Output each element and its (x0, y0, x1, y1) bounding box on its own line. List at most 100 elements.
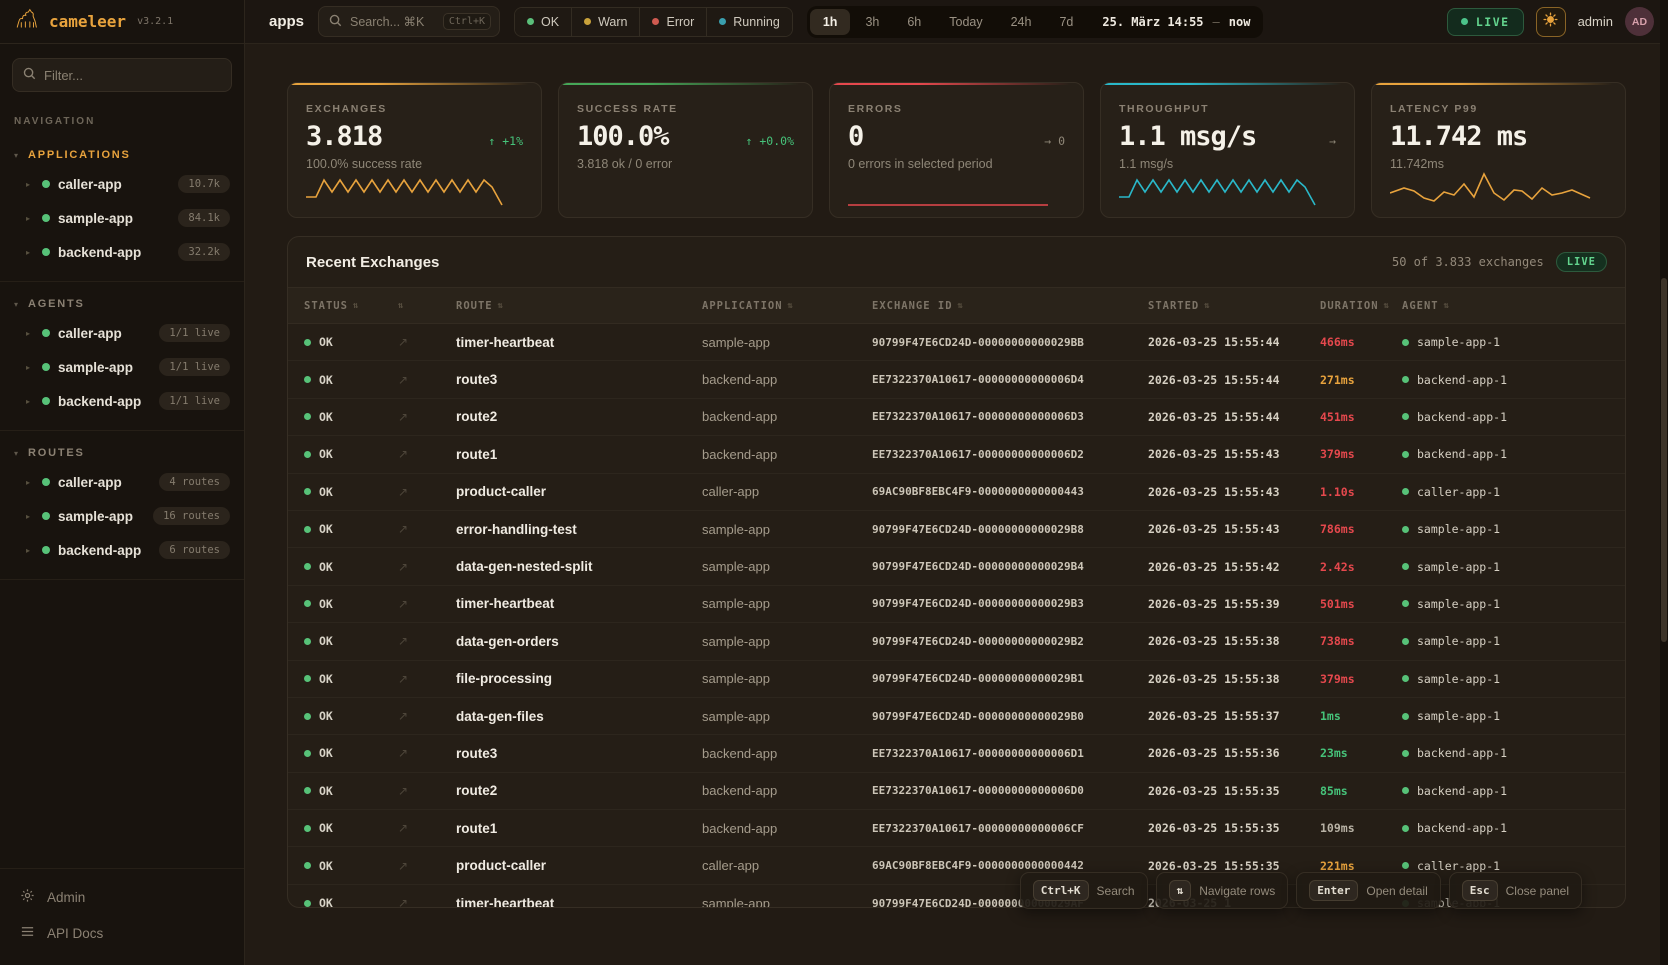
section-header-agents[interactable]: ▾AGENTS (0, 292, 244, 316)
column-header-agent[interactable]: AGENT ⇅ (1386, 300, 1625, 312)
column-label: ROUTE (456, 300, 493, 312)
agent-cell: caller-app-1 (1386, 485, 1625, 499)
section-header-routes[interactable]: ▾ROUTES (0, 441, 244, 465)
ok-dot-icon (304, 488, 311, 495)
column-label: APPLICATION (702, 300, 783, 312)
application-cell: sample-app (686, 522, 856, 537)
table-row[interactable]: OK↗route2backend-appEE7322370A10617-0000… (288, 773, 1625, 810)
sort-icon: ⇅ (1444, 301, 1450, 311)
section-header-applications[interactable]: ▾APPLICATIONS (0, 143, 244, 167)
table-row[interactable]: OK↗file-processingsample-app90799F47E6CD… (288, 661, 1625, 698)
table-row[interactable]: OK↗route1backend-appEE7322370A10617-0000… (288, 436, 1625, 473)
status-filter-running[interactable]: Running (707, 8, 792, 36)
kpi-label: SUCCESS RATE (577, 103, 794, 115)
status-label: OK (319, 859, 333, 873)
column-label: AGENT (1402, 300, 1439, 312)
exchange-id-cell: 90799F47E6CD24D-00000000000029B3 (856, 597, 1132, 610)
datetime-now[interactable]: now (1229, 15, 1251, 29)
sidebar-item-caller-app[interactable]: ▸caller-app1/1 live (0, 316, 244, 350)
column-header-status[interactable]: STATUS⇅ (288, 300, 382, 312)
exchange-id-cell: 90799F47E6CD24D-00000000000029BB (856, 336, 1132, 349)
search-input[interactable]: Search... ⌘K Ctrl+K (318, 6, 500, 37)
sidebar-item-caller-app[interactable]: ▸caller-app10.7k (0, 167, 244, 201)
column-header-route[interactable]: ROUTE⇅ (440, 300, 686, 312)
page-scrollbar-thumb[interactable] (1661, 278, 1667, 642)
sidebar-item-sample-app[interactable]: ▸sample-app84.1k (0, 201, 244, 235)
table-row[interactable]: OK↗product-callercaller-app69AC90BF8EBC4… (288, 474, 1625, 511)
status-cell: OK (288, 859, 382, 873)
agent-label: backend-app-1 (1417, 447, 1507, 461)
kpi-card-exchanges[interactable]: EXCHANGES3.818↑ +1%100.0% success rate (287, 82, 542, 218)
shortcut-search: Ctrl+KSearch (1020, 872, 1148, 909)
column-header-icon[interactable]: ⇅ (382, 301, 440, 311)
table-row[interactable]: OK↗route1backend-appEE7322370A10617-0000… (288, 810, 1625, 847)
exchange-id-cell: 90799F47E6CD24D-00000000000029B0 (856, 710, 1132, 723)
kpi-card-success-rate[interactable]: SUCCESS RATE100.0%↑ +0.0%3.818 ok / 0 er… (558, 82, 813, 218)
kpi-delta: ↑ +1% (488, 134, 523, 148)
table-row[interactable]: OK↗data-gen-nested-splitsample-app90799F… (288, 548, 1625, 585)
agent-dot-icon (1402, 825, 1409, 832)
exchange-id-cell: EE7322370A10617-00000000000006CF (856, 822, 1132, 835)
route-cell: route3 (440, 372, 686, 387)
started-cell: 2026-03-25 15:55:42 (1132, 560, 1304, 574)
time-range-24h[interactable]: 24h (998, 9, 1045, 35)
sidebar-item-backend-app[interactable]: ▸backend-app6 routes (0, 533, 244, 567)
status-filter-ok[interactable]: OK (515, 8, 572, 36)
kpi-card-latency-p99[interactable]: LATENCY P9911.742 ms11.742ms (1371, 82, 1626, 218)
kpi-card-throughput[interactable]: THROUGHPUT1.1 msg/s→1.1 msg/s (1100, 82, 1355, 218)
application-cell: backend-app (686, 409, 856, 424)
agent-label: sample-app-1 (1417, 597, 1500, 611)
table-row[interactable]: OK↗route3backend-appEE7322370A10617-0000… (288, 735, 1625, 772)
theme-toggle-button[interactable] (1536, 7, 1566, 37)
sidebar-item-label: sample-app (58, 211, 170, 226)
route-cell: file-processing (440, 671, 686, 686)
time-range-7d[interactable]: 7d (1046, 9, 1086, 35)
column-header-application[interactable]: APPLICATION⇅ (686, 300, 856, 312)
current-datetime[interactable]: 25. März 14:55 (1102, 15, 1203, 29)
status-label: OK (319, 634, 333, 648)
sidebar-item-caller-app[interactable]: ▸caller-app4 routes (0, 465, 244, 499)
sidebar-footer-admin[interactable]: Admin (0, 879, 244, 915)
time-range-6h[interactable]: 6h (894, 9, 934, 35)
sidebar-item-backend-app[interactable]: ▸backend-app32.2k (0, 235, 244, 269)
agent-cell: sample-app-1 (1386, 709, 1625, 723)
kpi-card-errors[interactable]: ERRORS0→ 00 errors in selected period (829, 82, 1084, 218)
sidebar-item-backend-app[interactable]: ▸backend-app1/1 live (0, 384, 244, 418)
application-cell: backend-app (686, 783, 856, 798)
agent-cell: backend-app-1 (1386, 447, 1625, 461)
status-filter-error[interactable]: Error (640, 8, 707, 36)
time-range-today[interactable]: Today (936, 9, 995, 35)
sidebar-item-sample-app[interactable]: ▸sample-app1/1 live (0, 350, 244, 384)
route-cell: product-caller (440, 484, 686, 499)
column-header-exchange-id[interactable]: EXCHANGE ID⇅ (856, 300, 1132, 312)
status-cell: OK (288, 410, 382, 424)
page-scrollbar[interactable] (1660, 0, 1668, 965)
context-tab-apps[interactable]: apps (269, 13, 304, 30)
column-header-duration[interactable]: DURATION⇅ (1304, 300, 1386, 312)
table-row[interactable]: OK↗error-handling-testsample-app90799F47… (288, 511, 1625, 548)
sidebar-item-badge: 1/1 live (159, 324, 230, 342)
status-filter-warn[interactable]: Warn (572, 8, 640, 36)
time-range-3h[interactable]: 3h (852, 9, 892, 35)
ok-dot-icon (304, 600, 311, 607)
column-header-started[interactable]: STARTED⇅ (1132, 300, 1304, 312)
table-row[interactable]: OK↗data-gen-orderssample-app90799F47E6CD… (288, 623, 1625, 660)
chevron-right-icon: ▸ (26, 478, 34, 487)
keyboard-shortcut-bar: Ctrl+KSearch⇅Navigate rowsEnterOpen deta… (1020, 872, 1582, 909)
table-row[interactable]: OK↗timer-heartbeatsample-app90799F47E6CD… (288, 586, 1625, 623)
duration-cell: 738ms (1304, 634, 1386, 648)
table-row[interactable]: OK↗data-gen-filessample-app90799F47E6CD2… (288, 698, 1625, 735)
kpi-label: THROUGHPUT (1119, 103, 1336, 115)
sidebar-filter-input[interactable]: Filter... (12, 58, 232, 92)
table-row[interactable]: OK↗route3backend-appEE7322370A10617-0000… (288, 361, 1625, 398)
kpi-sparkline (848, 167, 1053, 209)
time-range-1h[interactable]: 1h (810, 9, 851, 35)
sidebar-footer-api-docs[interactable]: API Docs (0, 915, 244, 951)
shortcut-open-detail: EnterOpen detail (1296, 872, 1441, 909)
live-toggle-button[interactable]: LIVE (1447, 8, 1524, 36)
table-row[interactable]: OK↗timer-heartbeatsample-app90799F47E6CD… (288, 324, 1625, 361)
sidebar-item-sample-app[interactable]: ▸sample-app16 routes (0, 499, 244, 533)
table-row[interactable]: OK↗route2backend-appEE7322370A10617-0000… (288, 399, 1625, 436)
logo: cameleer v3.2.1 (0, 0, 244, 44)
avatar[interactable]: AD (1625, 7, 1654, 36)
